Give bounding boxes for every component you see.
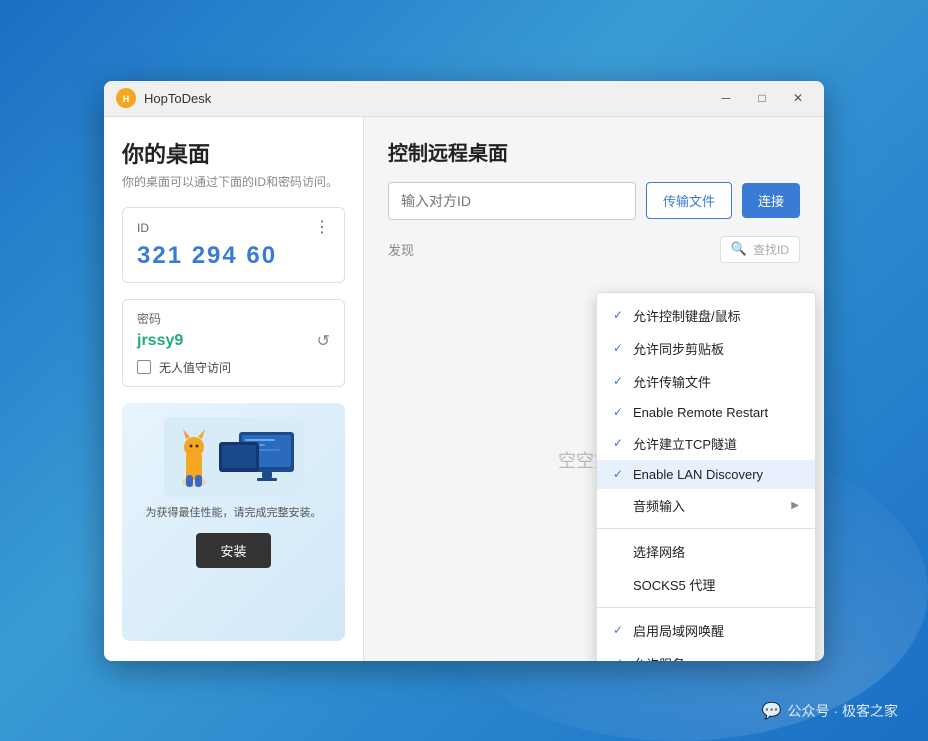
menu-item-enable-remote-restart[interactable]: ✓ Enable Remote Restart (597, 398, 815, 427)
close-button[interactable]: ✕ (784, 87, 812, 109)
right-panel-title: 控制远程桌面 (388, 137, 800, 166)
options-dots-button[interactable]: ⋮ (314, 220, 330, 236)
search-box: 🔍 查找ID (720, 236, 800, 263)
panel-title: 你的桌面 (122, 137, 345, 169)
menu-item-enable-lan-discovery[interactable]: ✓ Enable LAN Discovery (597, 460, 815, 489)
minimize-button[interactable]: ─ (712, 87, 740, 109)
menu-item-text: SOCKS5 代理 (633, 575, 799, 594)
menu-item-text: 允许服务 (633, 654, 799, 661)
menu-item-allow-keyboard[interactable]: ✓ 允许控制键盘/鼠标 (597, 299, 815, 332)
app-logo: H (116, 88, 136, 108)
menu-check-icon: ✓ (613, 308, 627, 322)
menu-item-select-network[interactable]: 选择网络 (597, 535, 815, 568)
id-label-row: ID ⋮ (137, 220, 330, 236)
panel-header: 你的桌面 你的桌面可以通过下面的ID和密码访问。 (122, 137, 345, 191)
remote-id-row: 传输文件 连接 (388, 182, 800, 220)
menu-item-text: 允许同步剪贴板 (633, 339, 799, 358)
unattended-checkbox[interactable] (137, 360, 151, 374)
window-title: HopToDesk (144, 91, 712, 106)
menu-item-text: Enable Remote Restart (633, 405, 799, 420)
panel-subtitle: 你的桌面可以通过下面的ID和密码访问。 (122, 173, 345, 191)
menu-item-text: 音频输入 (633, 496, 785, 515)
id-section: ID ⋮ 321 294 60 (122, 207, 345, 283)
window-controls: ─ □ ✕ (712, 87, 812, 109)
left-panel: 你的桌面 你的桌面可以通过下面的ID和密码访问。 ID ⋮ 321 294 60… (104, 117, 364, 661)
id-label: ID (137, 221, 149, 235)
menu-item-text: Enable LAN Discovery (633, 467, 799, 482)
discovery-label: 发现 (388, 240, 414, 259)
menu-item-text: 选择网络 (633, 542, 799, 561)
menu-item-socks5-proxy[interactable]: SOCKS5 代理 (597, 568, 815, 601)
menu-check-icon: ✓ (613, 467, 627, 481)
menu-item-text: 启用局域网唤醒 (633, 621, 799, 640)
menu-check-icon: ✓ (613, 405, 627, 419)
remote-id-input[interactable] (388, 182, 636, 220)
menu-item-allow-tcp-tunnel[interactable]: ✓ 允许建立TCP隧道 (597, 427, 815, 460)
unattended-label: 无人值守访问 (159, 359, 231, 376)
search-icon: 🔍 (731, 241, 747, 257)
password-value: jrssy9 (137, 332, 183, 350)
transfer-file-button[interactable]: 传输文件 (646, 182, 732, 219)
menu-item-text: 允许传输文件 (633, 372, 799, 391)
maximize-button[interactable]: □ (748, 87, 776, 109)
menu-item-allow-service[interactable]: ✓ 允许服务 (597, 647, 815, 661)
svg-text:H: H (123, 94, 130, 104)
banner-image (164, 417, 304, 497)
menu-item-audio-input[interactable]: 音频输入 ▶ (597, 489, 815, 522)
menu-check-icon: ✓ (613, 656, 627, 661)
password-section: 密码 jrssy9 ↺ 无人值守访问 (122, 299, 345, 387)
refresh-password-button[interactable]: ↺ (317, 331, 330, 351)
context-menu: ✓ 允许控制键盘/鼠标 ✓ 允许同步剪贴板 ✓ 允许传输文件 ✓ Enable Remote … (596, 292, 816, 661)
menu-item-text: 允许控制键盘/鼠标 (633, 306, 799, 325)
menu-check-icon: ✓ (613, 436, 627, 450)
watermark: 💬 公众号 · 极客之家 (762, 701, 898, 721)
discovery-section: 发现 🔍 查找ID (388, 236, 800, 263)
banner-illustration (164, 417, 304, 497)
user-id: 321 294 60 (137, 242, 330, 270)
unattended-row: 无人值守访问 (137, 359, 330, 376)
search-placeholder[interactable]: 查找ID (753, 241, 789, 258)
watermark-text: 公众号 · 极客之家 (788, 701, 898, 721)
menu-item-enable-lan-wakeup[interactable]: ✓ 启用局域网唤醒 (597, 614, 815, 647)
menu-item-allow-file-transfer[interactable]: ✓ 允许传输文件 (597, 365, 815, 398)
password-row: jrssy9 ↺ (137, 331, 330, 351)
main-content: 你的桌面 你的桌面可以通过下面的ID和密码访问。 ID ⋮ 321 294 60… (104, 117, 824, 661)
password-label: 密码 (137, 310, 330, 327)
menu-item-allow-clipboard[interactable]: ✓ 允许同步剪贴板 (597, 332, 815, 365)
menu-check-icon: ✓ (613, 341, 627, 355)
install-banner: 为获得最佳性能，请完成完整安装。 安装 (122, 403, 345, 641)
install-button[interactable]: 安装 (196, 533, 270, 568)
connect-button[interactable]: 连接 (742, 183, 800, 218)
menu-check-icon: ✓ (613, 374, 627, 388)
menu-separator (597, 607, 815, 608)
wechat-icon: 💬 (762, 701, 782, 721)
banner-text: 为获得最佳性能，请完成完整安装。 (146, 505, 322, 522)
right-panel: 控制远程桌面 传输文件 连接 发现 🔍 查找ID 空空如也 ✓允许控制键盘/鼠标… (364, 117, 824, 661)
app-window: H HopToDesk ─ □ ✕ 你的桌面 你的桌面可以通过下面的ID和密码访… (104, 81, 824, 661)
titlebar: H HopToDesk ─ □ ✕ (104, 81, 824, 117)
menu-item-text: 允许建立TCP隧道 (633, 434, 799, 453)
menu-separator (597, 528, 815, 529)
menu-check-icon: ✓ (613, 623, 627, 637)
submenu-arrow-icon: ▶ (791, 500, 799, 511)
